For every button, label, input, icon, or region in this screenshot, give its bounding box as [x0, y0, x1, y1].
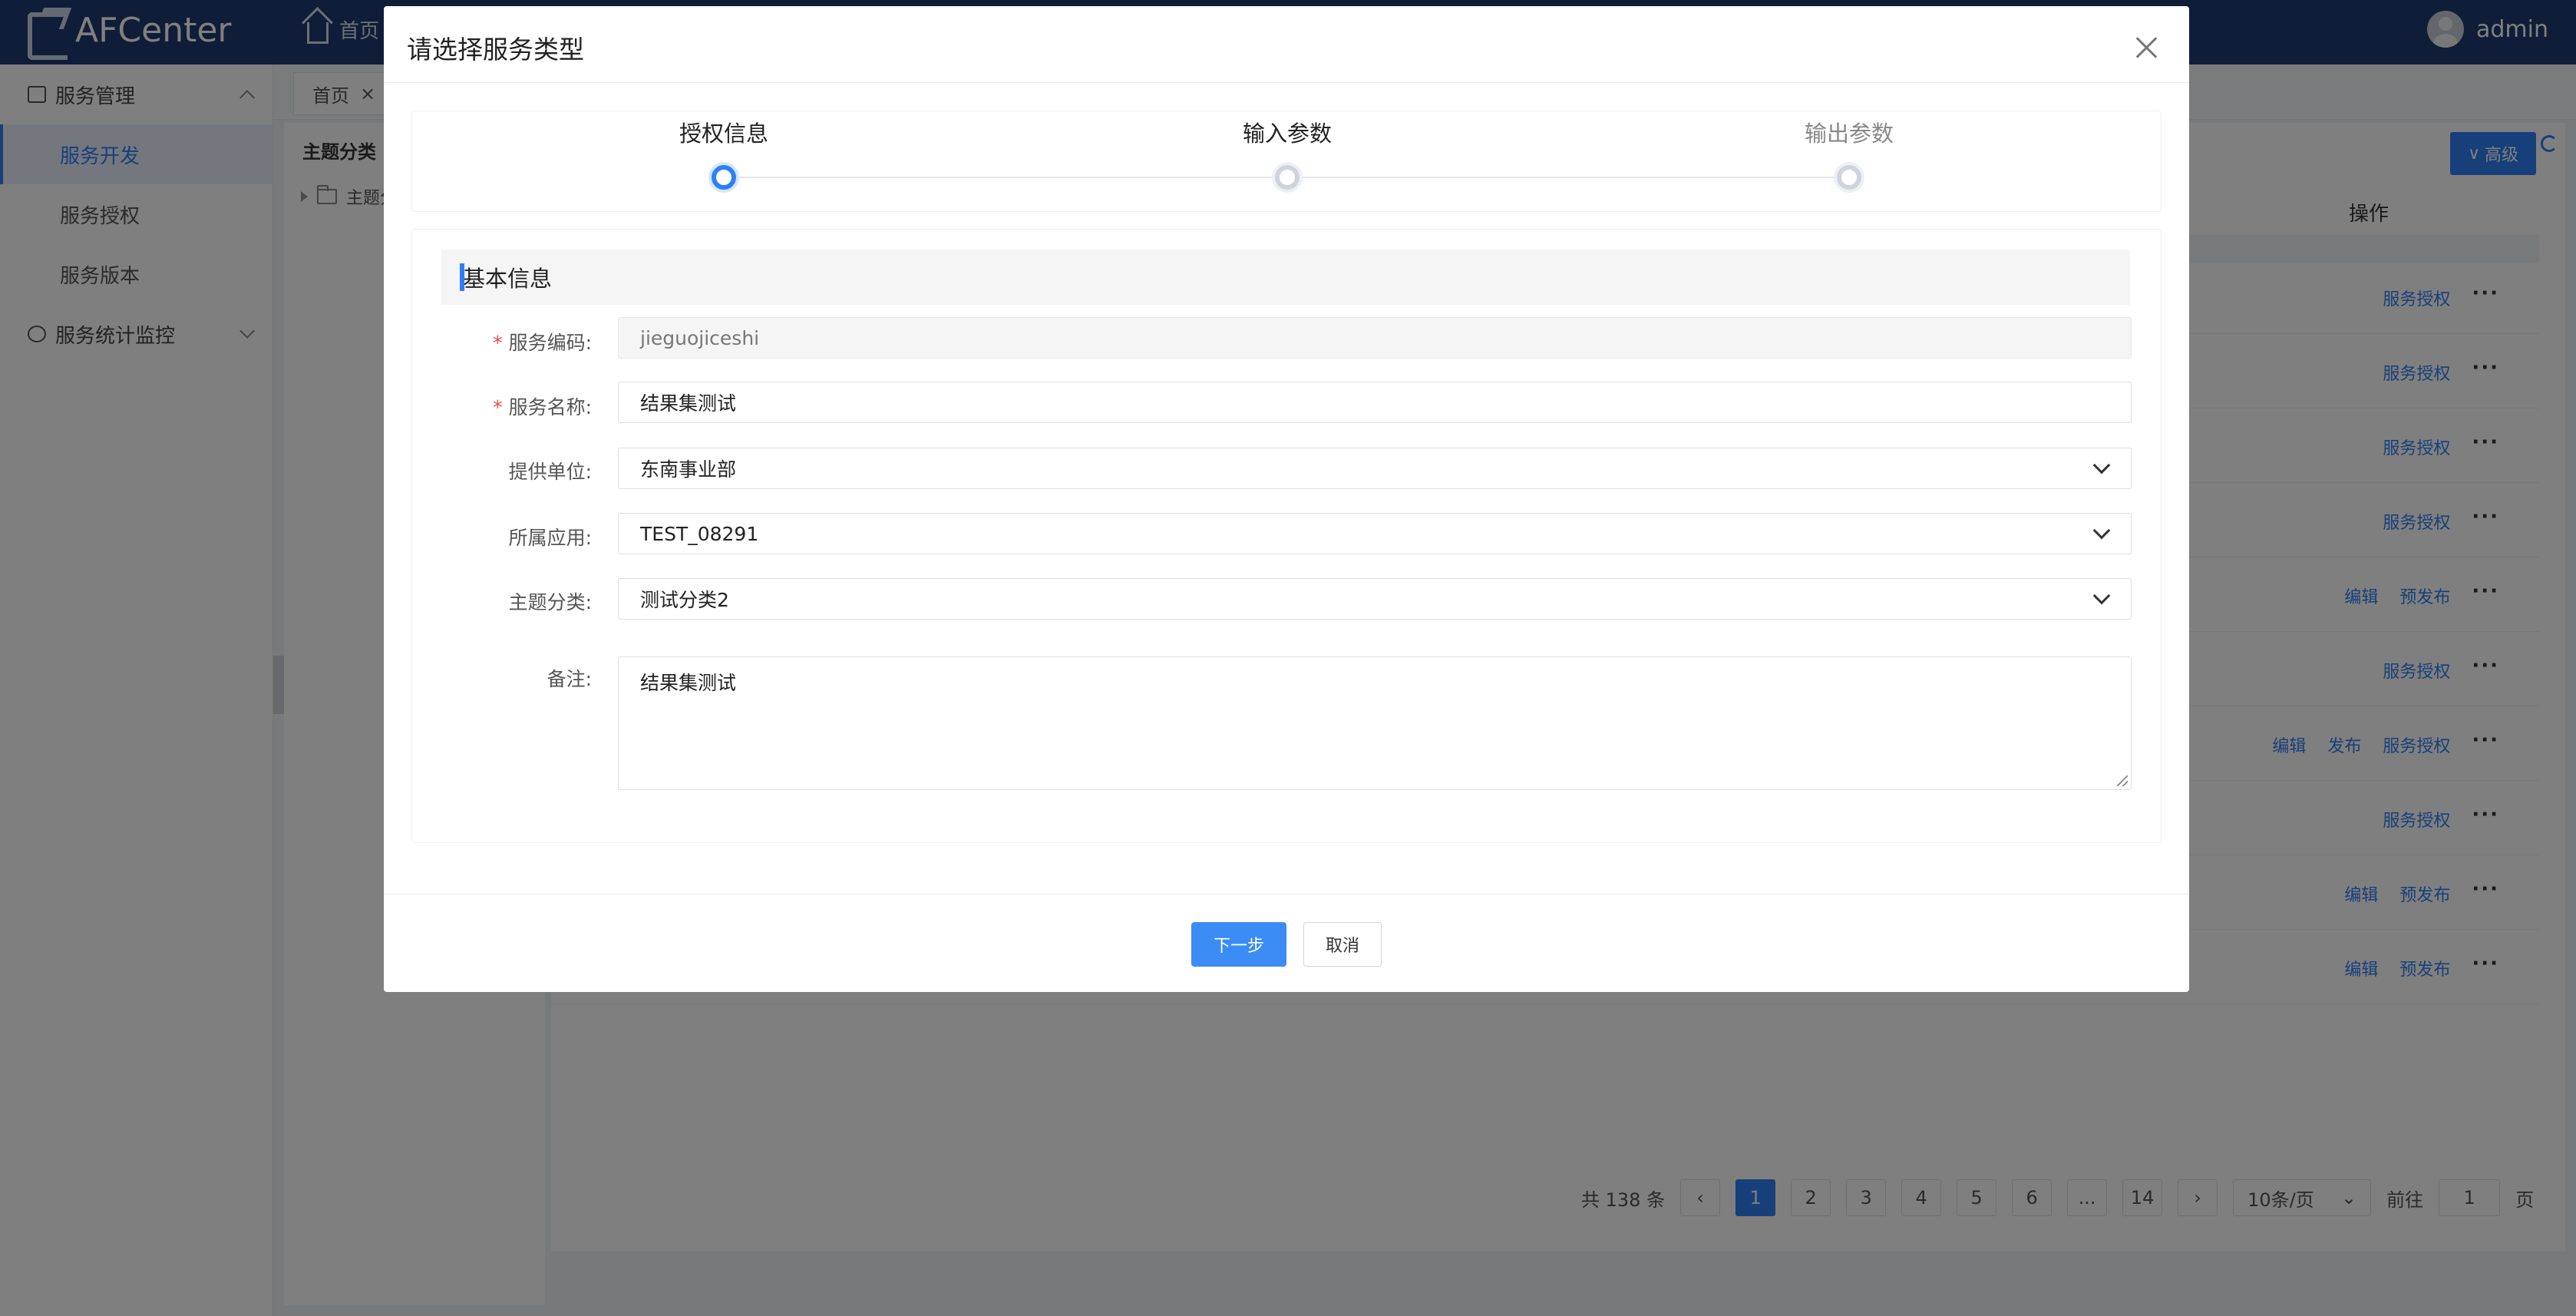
application-value: TEST_08291 [640, 522, 759, 545]
dialog-title: 请选择服务类型 [407, 35, 584, 64]
remark-label: 备注: [547, 668, 592, 690]
step-dot-input-params [1275, 165, 1300, 190]
section-title: 基本信息 [441, 250, 2130, 305]
chevron-down-icon [2092, 587, 2111, 605]
resize-handle[interactable] [2117, 775, 2128, 786]
label-text: 服务名称: [508, 396, 592, 418]
provider-label: 提供单位: [508, 461, 592, 483]
provider-select[interactable]: 东南事业部 [618, 448, 2132, 489]
service-code-input[interactable]: jieguojiceshi [618, 317, 2132, 359]
remark-value: 结果集测试 [640, 672, 737, 694]
label-text: 服务编码: [508, 332, 592, 354]
step-dot-authorization [712, 165, 736, 190]
close-icon[interactable] [2132, 34, 2160, 61]
step-label-output-params: 输出参数 [1804, 121, 1894, 147]
category-select[interactable]: 测试分类2 [618, 578, 2132, 620]
next-step-button[interactable]: 下一步 [1191, 922, 1286, 967]
remark-textarea[interactable]: 结果集测试 [618, 656, 2132, 790]
dialog-header: 请选择服务类型 [384, 6, 2189, 83]
category-value: 测试分类2 [640, 589, 729, 611]
application-select[interactable]: TEST_08291 [618, 513, 2132, 554]
cancel-button[interactable]: 取消 [1303, 922, 1382, 967]
step-dot-output-params [1837, 165, 1861, 190]
service-type-dialog: 请选择服务类型 授权信息 输入参数 输出参数 基本信息 * 服务编码: jiegu… [384, 6, 2189, 992]
provider-value: 东南事业部 [640, 458, 737, 481]
dialog-footer: 下一步 取消 [384, 894, 2189, 992]
chevron-down-icon [2092, 456, 2111, 474]
service-code-label: * 服务编码: [412, 328, 592, 355]
service-name-label: * 服务名称: [412, 392, 592, 420]
step-label-input-params: 输入参数 [1242, 121, 1333, 147]
service-name-input[interactable]: 结果集测试 [618, 382, 2132, 423]
category-label: 主题分类: [508, 591, 592, 613]
chevron-down-icon [2092, 521, 2111, 540]
application-label: 所属应用: [508, 527, 592, 549]
steps: 授权信息 输入参数 输出参数 [411, 111, 2162, 212]
required-mark: * [493, 396, 503, 418]
step-label-authorization: 授权信息 [679, 121, 769, 147]
required-mark: * [493, 332, 503, 354]
basic-info-form: 基本信息 * 服务编码: jieguojiceshi * 服务名称: 结果集测试 提… [411, 229, 2162, 843]
